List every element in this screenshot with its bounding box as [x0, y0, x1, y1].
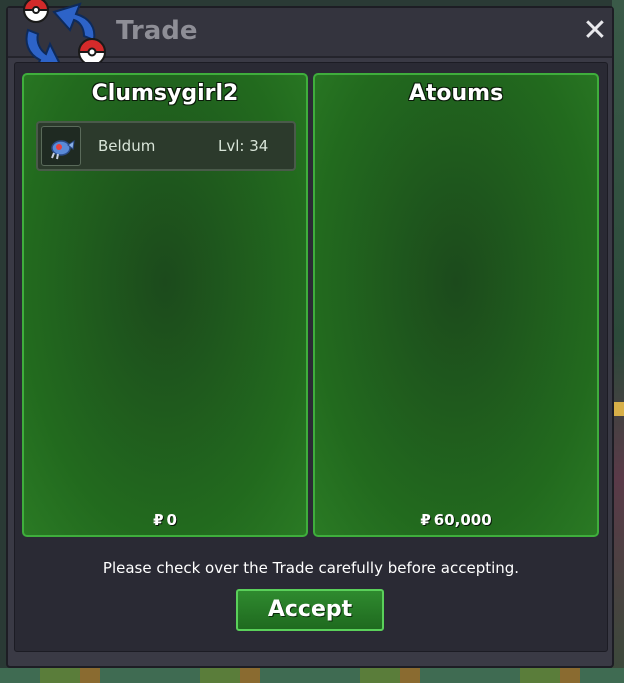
trade-window: Trade ✕ Clumsygirl2 Beldum Lvl: 34 ₽ 0 A…: [6, 0, 614, 668]
pokedollar-icon: ₽: [153, 511, 164, 529]
close-button[interactable]: ✕: [578, 14, 612, 48]
left-money-amount: 0: [166, 511, 177, 529]
background-world-bottom: [0, 668, 624, 683]
pokemon-name: Beldum: [98, 137, 156, 155]
pokedollar-icon: ₽: [420, 511, 431, 529]
right-player-name: Atoums: [408, 81, 504, 106]
trade-notice: Please check over the Trade carefully be…: [102, 559, 520, 577]
offered-pokemon-item[interactable]: Beldum Lvl: 34: [36, 121, 296, 171]
window-title: Trade: [116, 16, 198, 46]
trade-content: Clumsygirl2 Beldum Lvl: 34 ₽0 Atoums ₽ 6…: [14, 62, 608, 652]
left-player-name: Clumsygirl2: [91, 81, 239, 106]
accept-button[interactable]: Accept: [236, 589, 384, 631]
right-offer-panel: Atoums ₽60,000: [313, 73, 599, 537]
right-money: ₽60,000: [315, 511, 597, 529]
left-offer-panel: Clumsygirl2 Beldum Lvl: 34 ₽0: [22, 73, 308, 537]
background-sign: [614, 402, 624, 416]
left-money: ₽0: [24, 511, 306, 529]
right-money-amount: 60,000: [433, 511, 492, 529]
beldum-icon: [41, 126, 81, 166]
pokemon-level: Lvl: 34: [218, 137, 269, 155]
